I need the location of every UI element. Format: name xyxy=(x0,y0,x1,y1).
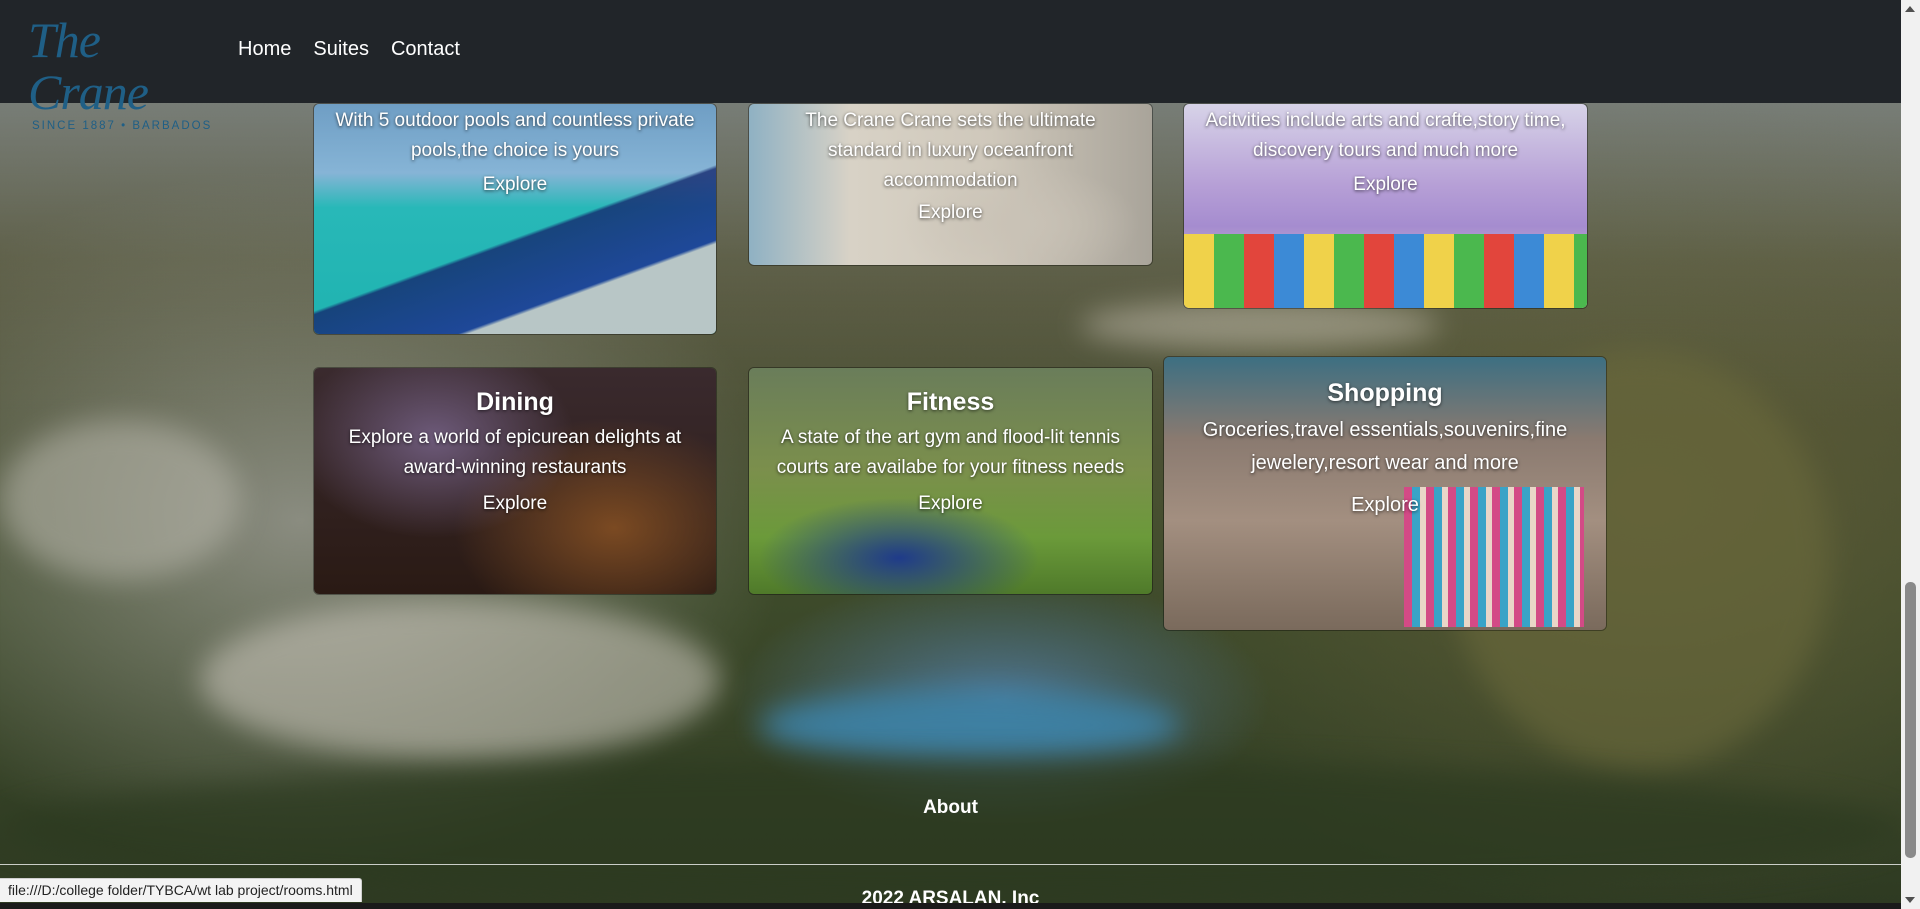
pools-card-text: With 5 outdoor pools and countless priva… xyxy=(335,110,695,161)
kids-explore-button[interactable]: Explore xyxy=(1353,174,1417,196)
nav-links: Home Suites Contact xyxy=(238,38,460,61)
window-bottom-edge xyxy=(0,903,1920,909)
shopping-card-text: Groceries,travel essentials,souvenirs,fi… xyxy=(1202,419,1568,474)
kids-card: Acitvities include arts and crafte,story… xyxy=(1183,103,1588,309)
footer-divider xyxy=(0,864,1901,865)
pools-card: With 5 outdoor pools and countless priva… xyxy=(313,103,717,335)
shopping-card-title: Shopping xyxy=(1327,379,1443,407)
nav-home-link[interactable]: Home xyxy=(238,38,291,61)
status-bar-url: file:///D:/college folder/TYBCA/wt lab p… xyxy=(0,878,362,902)
dining-card: Dining Explore a world of epicurean deli… xyxy=(313,367,717,595)
fitness-card: Fitness A state of the art gym and flood… xyxy=(748,367,1153,595)
about-link[interactable]: About xyxy=(0,797,1901,819)
scroll-down-arrow-icon[interactable] xyxy=(1905,897,1915,903)
scrollbar-thumb[interactable] xyxy=(1905,582,1916,858)
nav-suites-link[interactable]: Suites xyxy=(313,38,369,61)
fitness-card-title: Fitness xyxy=(906,388,995,416)
dining-card-text: Explore a world of epicurean delights at… xyxy=(348,427,682,478)
nav-contact-link[interactable]: Contact xyxy=(391,38,460,61)
vertical-scrollbar[interactable] xyxy=(1901,0,1920,909)
brand-logo[interactable]: The Crane SINCE 1887 • BARBADOS xyxy=(28,14,218,132)
suites-card: The Crane Crane sets the ultimate standa… xyxy=(748,103,1153,266)
kids-card-text: Acitvities include arts and crafte,story… xyxy=(1205,110,1566,161)
shopping-explore-button[interactable]: Explore xyxy=(1351,494,1419,517)
navbar: The Crane SINCE 1887 • BARBADOS Home Sui… xyxy=(0,0,1901,132)
suites-explore-button[interactable]: Explore xyxy=(918,202,982,224)
scroll-up-arrow-icon[interactable] xyxy=(1905,6,1915,12)
fitness-card-text: A state of the art gym and flood-lit ten… xyxy=(776,427,1125,478)
shopping-card: Shopping Groceries,travel essentials,sou… xyxy=(1163,356,1607,631)
dining-card-title: Dining xyxy=(476,388,554,416)
dining-explore-button[interactable]: Explore xyxy=(483,493,547,515)
brand-tagline: SINCE 1887 • BARBADOS xyxy=(32,120,213,132)
fitness-explore-button[interactable]: Explore xyxy=(918,493,982,515)
brand-name: The Crane xyxy=(28,12,149,120)
pools-explore-button[interactable]: Explore xyxy=(483,174,547,196)
suites-card-text: The Crane Crane sets the ultimate standa… xyxy=(805,110,1096,191)
